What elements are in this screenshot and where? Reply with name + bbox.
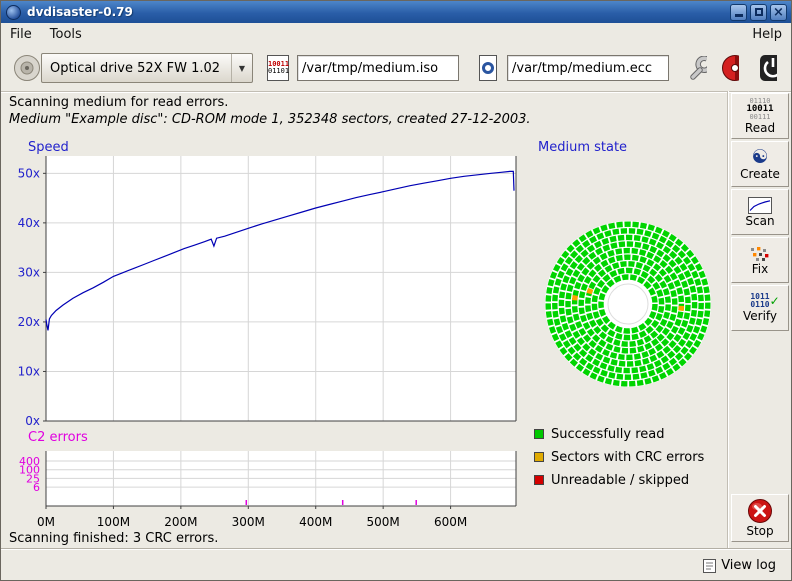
- power-icon: [759, 54, 777, 82]
- footer-statusline: Scanning finished: 3 CRC errors.: [1, 529, 727, 548]
- read-icon: 01110 10011 00111: [746, 98, 773, 121]
- preferences-button[interactable]: [683, 52, 713, 84]
- speed-y-tick-label: 20x: [18, 315, 40, 329]
- legend-swatch-ok: [534, 429, 544, 439]
- view-log-label: View log: [721, 558, 776, 573]
- x-tick-label: 600M: [434, 515, 467, 529]
- create-button-label: Create: [740, 167, 780, 181]
- dvdisaster-logo-button[interactable]: [715, 52, 745, 84]
- iso-file-button[interactable]: 10011 01101: [263, 52, 293, 84]
- x-tick-label: 300M: [232, 515, 265, 529]
- legend-item-crc: Sectors with CRC errors: [534, 450, 704, 464]
- speed-y-tick-label: 10x: [18, 364, 40, 378]
- speed-y-tick-label: 50x: [18, 166, 40, 180]
- dvdisaster-logo-icon: [721, 54, 739, 82]
- verify-button[interactable]: 1011 0110 ✓ Verify: [731, 285, 789, 331]
- minimize-icon: [735, 14, 743, 17]
- medium-info-text: Medium "Example disc": CD-ROM mode 1, 35…: [9, 112, 531, 127]
- verify-button-label: Verify: [743, 309, 777, 323]
- legend-label-unreadable: Unreadable / skipped: [551, 473, 689, 488]
- legend-label-crc: Sectors with CRC errors: [551, 450, 704, 465]
- stop-icon: [747, 498, 773, 524]
- drive-selector-value: Optical drive 52X FW 1.02: [42, 61, 231, 76]
- window-title: dvdisaster-0.79: [27, 5, 133, 19]
- fix-button-label: Fix: [752, 262, 768, 276]
- fix-button[interactable]: Fix: [731, 237, 789, 283]
- x-tick-label: 0M: [37, 515, 55, 529]
- status-header: Scanning medium for read errors. Medium …: [1, 91, 727, 134]
- legend-item-ok: Successfully read: [534, 427, 704, 441]
- x-tick-label: 500M: [367, 515, 400, 529]
- x-tick-label: 200M: [164, 515, 197, 529]
- checkmark-icon: ✓: [770, 294, 780, 308]
- legend-label-ok: Successfully read: [551, 427, 664, 442]
- read-button[interactable]: 01110 10011 00111 Read: [731, 93, 789, 139]
- scan-button-label: Scan: [745, 214, 774, 228]
- sidebar-separator: [727, 91, 728, 548]
- wrench-icon: [689, 56, 707, 80]
- verify-icon: 1011 0110 ✓: [750, 293, 769, 309]
- ecc-file-icon: [479, 55, 497, 81]
- yin-yang-icon: ☯: [751, 147, 768, 167]
- quit-button[interactable]: [753, 52, 783, 84]
- x-tick-label: 100M: [97, 515, 130, 529]
- toolbar: Optical drive 52X FW 1.02 ▼ 10011 01101: [1, 45, 791, 92]
- window-titlebar: dvdisaster-0.79 ×: [1, 1, 791, 23]
- ecc-path-input[interactable]: [507, 55, 669, 81]
- scan-result-text: Scanning finished: 3 CRC errors.: [9, 531, 218, 546]
- legend-swatch-unreadable: [534, 475, 544, 485]
- scan-button[interactable]: Scan: [731, 189, 789, 235]
- status-action-text: Scanning medium for read errors.: [9, 95, 228, 110]
- drive-status-icon: [13, 54, 41, 82]
- fix-icon: [748, 245, 772, 262]
- read-button-label: Read: [745, 121, 775, 135]
- minimize-button[interactable]: [730, 4, 747, 21]
- close-icon: ×: [773, 6, 784, 19]
- c2-y-tick-label: 6: [33, 481, 40, 494]
- legend-item-unreadable: Unreadable / skipped: [534, 473, 704, 487]
- menu-help[interactable]: Help: [743, 25, 791, 44]
- chevron-down-icon: ▼: [231, 54, 252, 82]
- speed-y-tick-label: 0x: [25, 414, 40, 428]
- maximize-icon: [755, 8, 763, 16]
- scan-chart-icon: [748, 197, 772, 214]
- view-log-button[interactable]: View log: [696, 554, 783, 577]
- medium-state-legend: Successfully read Sectors with CRC error…: [534, 427, 704, 487]
- legend-swatch-crc: [534, 452, 544, 462]
- drive-selector[interactable]: Optical drive 52X FW 1.02 ▼: [41, 53, 253, 83]
- create-button[interactable]: ☯ Create: [731, 141, 789, 187]
- speed-y-tick-label: 40x: [18, 216, 40, 230]
- disc-hole: [608, 284, 648, 324]
- bottombar: View log: [1, 548, 791, 581]
- stop-button-label: Stop: [746, 524, 773, 538]
- speed-y-tick-label: 30x: [18, 265, 40, 279]
- iso-path-input[interactable]: [297, 55, 459, 81]
- stop-button[interactable]: Stop: [731, 494, 789, 542]
- menu-tools[interactable]: Tools: [41, 25, 91, 44]
- iso-file-icon: 10011 01101: [267, 55, 289, 81]
- maximize-button[interactable]: [750, 4, 767, 21]
- app-icon: [6, 5, 21, 20]
- ecc-file-button[interactable]: [473, 52, 503, 84]
- close-button[interactable]: ×: [770, 4, 787, 21]
- x-tick-label: 400M: [299, 515, 332, 529]
- menu-file[interactable]: File: [1, 25, 41, 44]
- menubar: File Tools Help: [1, 23, 791, 45]
- app-window: dvdisaster-0.79 × File Tools Help Optica…: [0, 0, 792, 581]
- log-icon: [703, 559, 716, 573]
